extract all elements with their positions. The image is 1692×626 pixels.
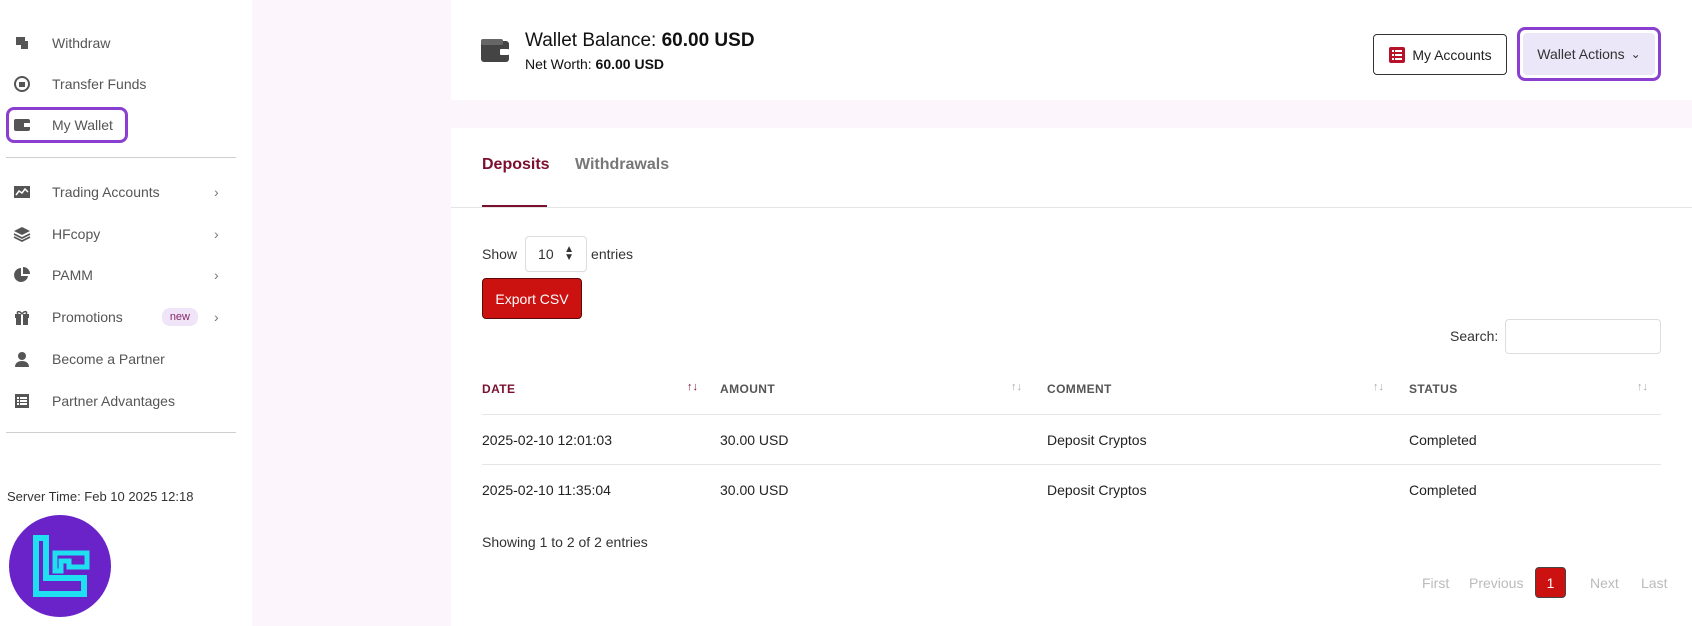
sidebar-item-my-wallet[interactable]: My Wallet (6, 107, 128, 143)
cell-date: 2025-02-10 11:35:04 (482, 482, 611, 498)
transactions-card: Deposits Withdrawals Show 10 ▲ ▼ entries … (451, 128, 1692, 626)
entries-control: Show 10 ▲ ▼ entries (482, 236, 633, 272)
user-icon (11, 348, 33, 370)
wallet-actions-button[interactable]: Wallet Actions ⌄ (1517, 27, 1661, 81)
pagination-last[interactable]: Last (1641, 575, 1667, 591)
wallet-icon (480, 38, 510, 64)
sidebar-item-label: My Wallet (52, 117, 113, 133)
cell-amount: 30.00 USD (720, 482, 789, 498)
column-header-amount[interactable]: AMOUNT (720, 382, 775, 396)
cell-comment: Deposit Cryptos (1047, 482, 1147, 498)
sidebar-divider (6, 157, 236, 158)
net-worth-value: 60.00 USD (595, 56, 665, 72)
chevron-right-icon: › (214, 309, 219, 325)
wallet-header: Wallet Balance: 60.00 USD Net Worth: 60.… (451, 0, 1692, 100)
cell-date: 2025-02-10 12:01:03 (482, 432, 612, 448)
my-accounts-label: My Accounts (1412, 46, 1492, 63)
chevron-right-icon: › (214, 226, 219, 242)
sidebar-item-label: Promotions (52, 309, 123, 325)
new-badge: new (161, 308, 198, 326)
pagination-previous[interactable]: Previous (1469, 575, 1523, 591)
entries-select-value: 10 (538, 246, 554, 262)
tab-deposits[interactable]: Deposits (482, 156, 550, 174)
cell-status: Completed (1409, 482, 1477, 498)
net-worth: Net Worth: 60.00 USD (525, 56, 664, 72)
sidebar-item-label: Partner Advantages (52, 393, 175, 409)
net-worth-label: Net Worth: (525, 56, 592, 72)
export-csv-button[interactable]: Export CSV (482, 278, 582, 319)
sidebar: Withdraw Transfer Funds My Wallet Tradin… (0, 0, 252, 626)
chevron-right-icon: › (214, 184, 219, 200)
table-info: Showing 1 to 2 of 2 entries (482, 534, 648, 550)
brand-logo (9, 515, 111, 617)
search-input[interactable] (1505, 319, 1661, 354)
sidebar-item-label: Trading Accounts (52, 184, 160, 200)
cell-amount: 30.00 USD (720, 432, 789, 448)
entries-label: entries (591, 246, 634, 262)
wallet-actions-inner: Wallet Actions ⌄ (1523, 33, 1655, 75)
server-time: Server Time: Feb 10 2025 12:18 (7, 489, 194, 504)
chevron-right-icon: › (214, 267, 219, 283)
chart-icon (11, 181, 33, 203)
table-divider (482, 464, 1661, 465)
sidebar-item-label: HFcopy (52, 226, 101, 242)
show-label: Show (482, 246, 518, 262)
sidebar-divider (6, 432, 236, 433)
transfer-icon (11, 73, 33, 95)
column-header-comment[interactable]: COMMENT (1047, 382, 1112, 396)
column-header-status[interactable]: STATUS (1409, 382, 1458, 396)
wallet-actions-label: Wallet Actions (1537, 46, 1625, 62)
sidebar-item-hfcopy[interactable]: HFcopy › (6, 216, 236, 252)
pie-icon (11, 264, 33, 286)
pagination-next[interactable]: Next (1590, 575, 1619, 591)
sidebar-item-label: Withdraw (52, 35, 111, 51)
wallet-balance-value: 60.00 USD (661, 30, 755, 51)
accounts-list-icon (1388, 46, 1406, 64)
pagination-current-page[interactable]: 1 (1535, 567, 1566, 598)
withdraw-icon (11, 32, 33, 54)
sidebar-item-promotions[interactable]: Promotions new › (6, 299, 236, 335)
cell-comment: Deposit Cryptos (1047, 432, 1147, 448)
sidebar-item-pamm[interactable]: PAMM › (6, 257, 236, 293)
sort-icon[interactable]: ↑↓ (1011, 381, 1022, 393)
wallet-icon (11, 114, 33, 136)
gift-icon (11, 306, 33, 328)
sidebar-item-become-partner[interactable]: Become a Partner (6, 341, 236, 377)
sort-icon[interactable]: ↑↓ (1373, 381, 1384, 393)
tab-withdrawals[interactable]: Withdrawals (575, 156, 669, 174)
layers-icon (11, 223, 33, 245)
wallet-balance-label: Wallet Balance: (525, 30, 657, 51)
entries-select[interactable]: 10 ▲ ▼ (525, 236, 588, 272)
sidebar-item-label: Transfer Funds (52, 76, 147, 92)
sidebar-item-withdraw[interactable]: Withdraw (6, 25, 236, 61)
sort-icon[interactable]: ↑↓ (1637, 381, 1648, 393)
sidebar-item-label: PAMM (52, 267, 93, 283)
sidebar-item-label: Become a Partner (52, 351, 165, 367)
search-label: Search: (1450, 328, 1499, 344)
cell-status: Completed (1409, 432, 1477, 448)
table-divider (482, 414, 1661, 415)
list-icon (11, 390, 33, 412)
column-header-date[interactable]: DATE (482, 382, 515, 396)
sidebar-item-partner-advantages[interactable]: Partner Advantages (6, 383, 236, 419)
sort-icon[interactable]: ↑↓ (687, 381, 698, 393)
chevron-down-icon: ⌄ (1630, 47, 1641, 61)
tabs-divider (451, 207, 1692, 208)
pagination-first[interactable]: First (1422, 575, 1449, 591)
sidebar-item-trading-accounts[interactable]: Trading Accounts › (6, 174, 236, 210)
select-arrows-icon: ▲ ▼ (564, 244, 575, 263)
my-accounts-button[interactable]: My Accounts (1373, 34, 1507, 75)
wallet-balance: Wallet Balance: 60.00 USD (525, 30, 755, 52)
sidebar-item-transfer-funds[interactable]: Transfer Funds (6, 66, 236, 102)
